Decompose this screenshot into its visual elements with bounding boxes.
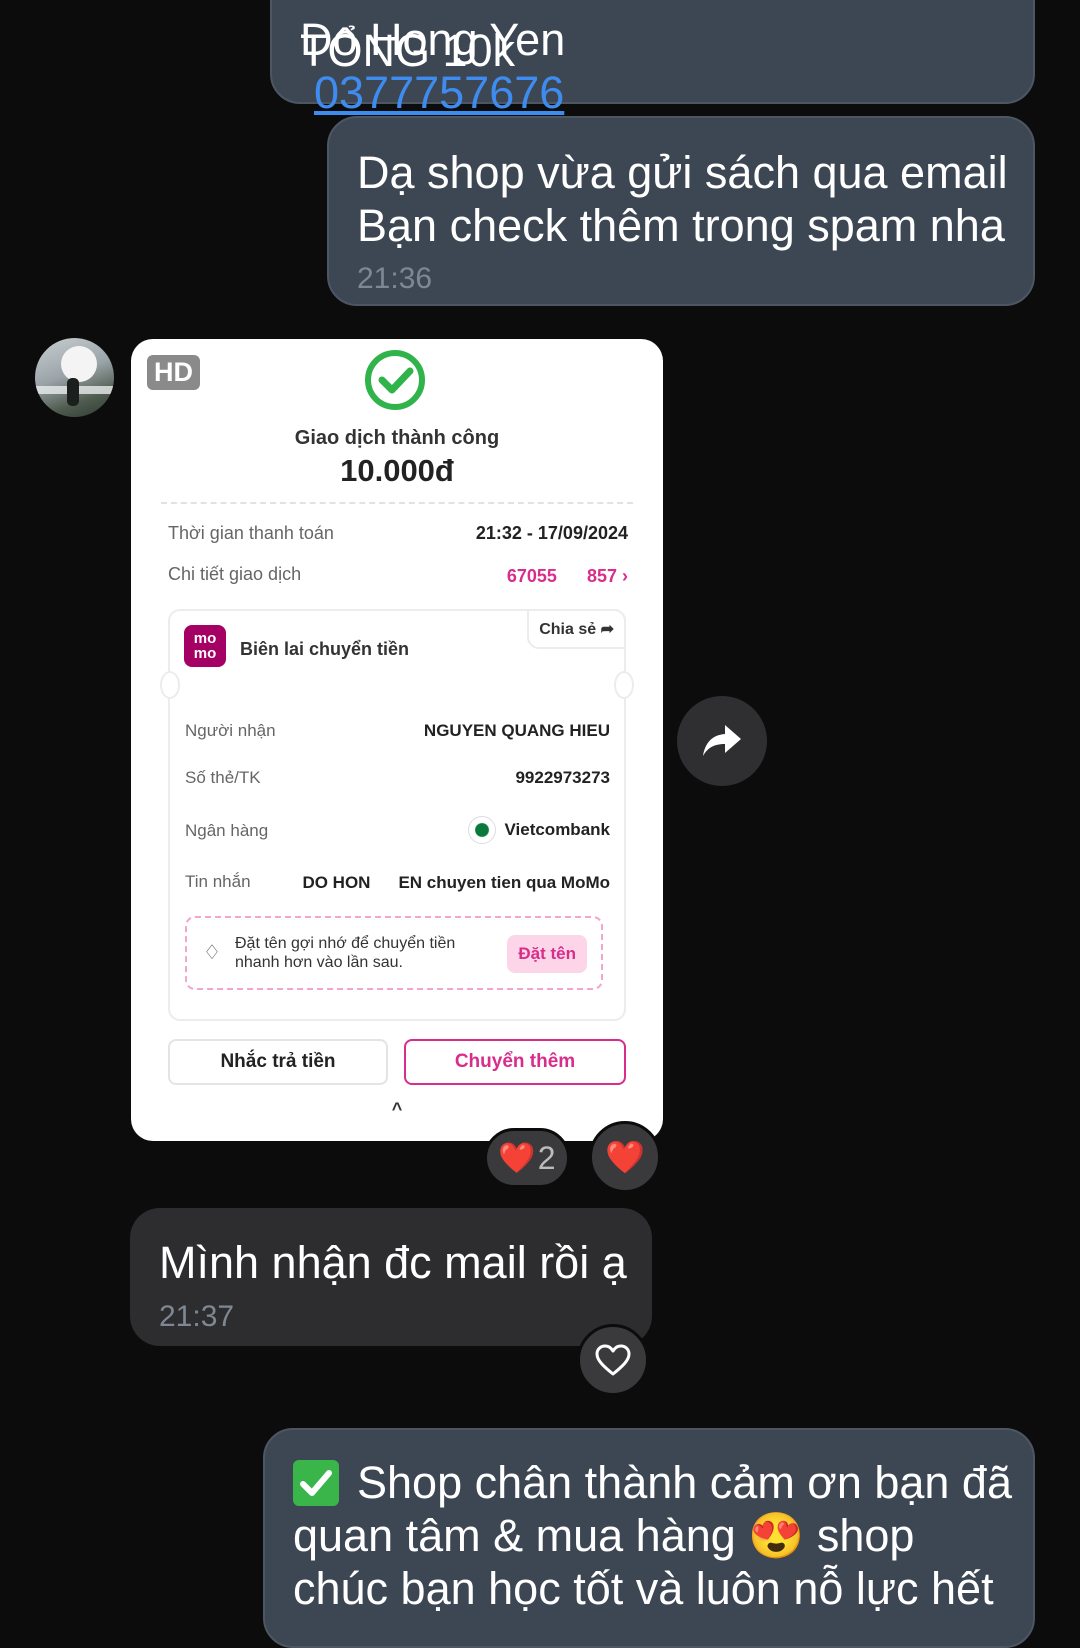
hd-badge: HD — [147, 355, 200, 390]
message-value: DO HON EN chuyen tien qua MoMo — [302, 872, 610, 892]
share-button[interactable]: Chia sẻ ➦ — [527, 609, 626, 649]
time-label: Thời gian thanh toán — [168, 523, 334, 543]
transaction-id-part: 67055 — [506, 566, 557, 586]
message-text: Mình nhận đc mail rồi ạ — [159, 1237, 627, 1288]
message-bubble-outgoing[interactable]: Do Hong Yen 0377757676 TỔNG 10k — [270, 0, 1035, 118]
vietcombank-logo-icon — [468, 816, 497, 844]
transaction-id-link[interactable]: 67055 857 › — [507, 564, 628, 587]
transaction-status: Giao dịch thành công — [294, 427, 500, 449]
receipt-card: mo mo Biên lai chuyển tiền Chia sẻ ➦ Ngư… — [160, 609, 634, 1021]
like-button[interactable] — [577, 1324, 649, 1396]
forward-button[interactable] — [677, 696, 767, 786]
transaction-id-part: 857 — [586, 566, 617, 586]
bank-label: Ngân hàng — [185, 821, 269, 840]
message-label: Tin nhắn — [185, 872, 251, 891]
message-bubble-outgoing[interactable]: Dạ shop vừa gửi sách qua email Bạn check… — [327, 116, 1035, 306]
card-notch — [614, 671, 634, 699]
remind-payment-button[interactable]: Nhắc trả tiền — [168, 1039, 388, 1085]
detail-label: Chi tiết giao dịch — [168, 564, 302, 584]
transaction-receipt-image[interactable]: HD Giao dịch thành công 10.000đ Thời gia… — [131, 339, 663, 1141]
message-text: Dạ shop vừa gửi sách qua email Bạn check… — [357, 147, 1008, 251]
message-bubble-outgoing[interactable]: Shop chân thành cảm ơn bạn đã quan tâm &… — [263, 1428, 1035, 1648]
share-arrow-icon: ➦ — [600, 621, 614, 638]
transfer-more-button[interactable]: Chuyển thêm — [404, 1039, 626, 1085]
account-label: Số thẻ/TK — [185, 768, 261, 787]
time-value: 21:32 - 17/09/2024 — [475, 523, 628, 543]
transaction-amount: 10.000đ — [340, 453, 454, 488]
message-text: Shop chân thành cảm ơn bạn đã quan tâm &… — [293, 1457, 1012, 1614]
divider — [161, 502, 633, 504]
message-time: 21:37 — [159, 1300, 235, 1333]
avatar[interactable] — [35, 338, 114, 417]
recipient-label: Người nhận — [185, 721, 276, 740]
card-title: Biên lai chuyển tiền — [240, 639, 410, 659]
forward-arrow-icon — [703, 725, 741, 756]
set-name-button[interactable]: Đặt tên — [507, 935, 587, 973]
heart-emoji: ❤️ — [498, 1141, 536, 1175]
heart-outline-icon — [595, 1344, 631, 1376]
share-label: Chia sẻ — [539, 621, 597, 638]
message-time: 21:36 — [357, 262, 433, 295]
lightbulb-icon: ♢ — [203, 942, 221, 964]
message-bubble-incoming[interactable]: Mình nhận đc mail rồi ạ 21:37 — [130, 1208, 652, 1346]
recipient-value: NGUYEN QUANG HIEU — [423, 721, 610, 740]
success-check-icon — [365, 350, 425, 410]
momo-logo: mo mo — [184, 625, 226, 667]
card-notch — [160, 671, 180, 699]
heart-emoji: ❤️ — [605, 1139, 645, 1175]
account-value: 9922973273 — [515, 768, 610, 787]
tip-box: ♢ Đặt tên gợi nhớ để chuyển tiền nhanh h… — [185, 916, 603, 990]
message-total: TỔNG 10k — [300, 25, 516, 76]
bank-value: Vietcombank — [468, 816, 610, 844]
reaction-count-badge[interactable]: ❤️ 2 — [484, 1128, 570, 1188]
my-reaction-button[interactable]: ❤️ — [589, 1121, 661, 1193]
chevron-right-icon: › — [622, 566, 628, 586]
collapse-chevron-icon[interactable]: ^ — [131, 1099, 663, 1120]
reaction-count: 2 — [537, 1139, 556, 1176]
tip-text: Đặt tên gợi nhớ để chuyển tiền nhanh hơn… — [235, 935, 456, 971]
